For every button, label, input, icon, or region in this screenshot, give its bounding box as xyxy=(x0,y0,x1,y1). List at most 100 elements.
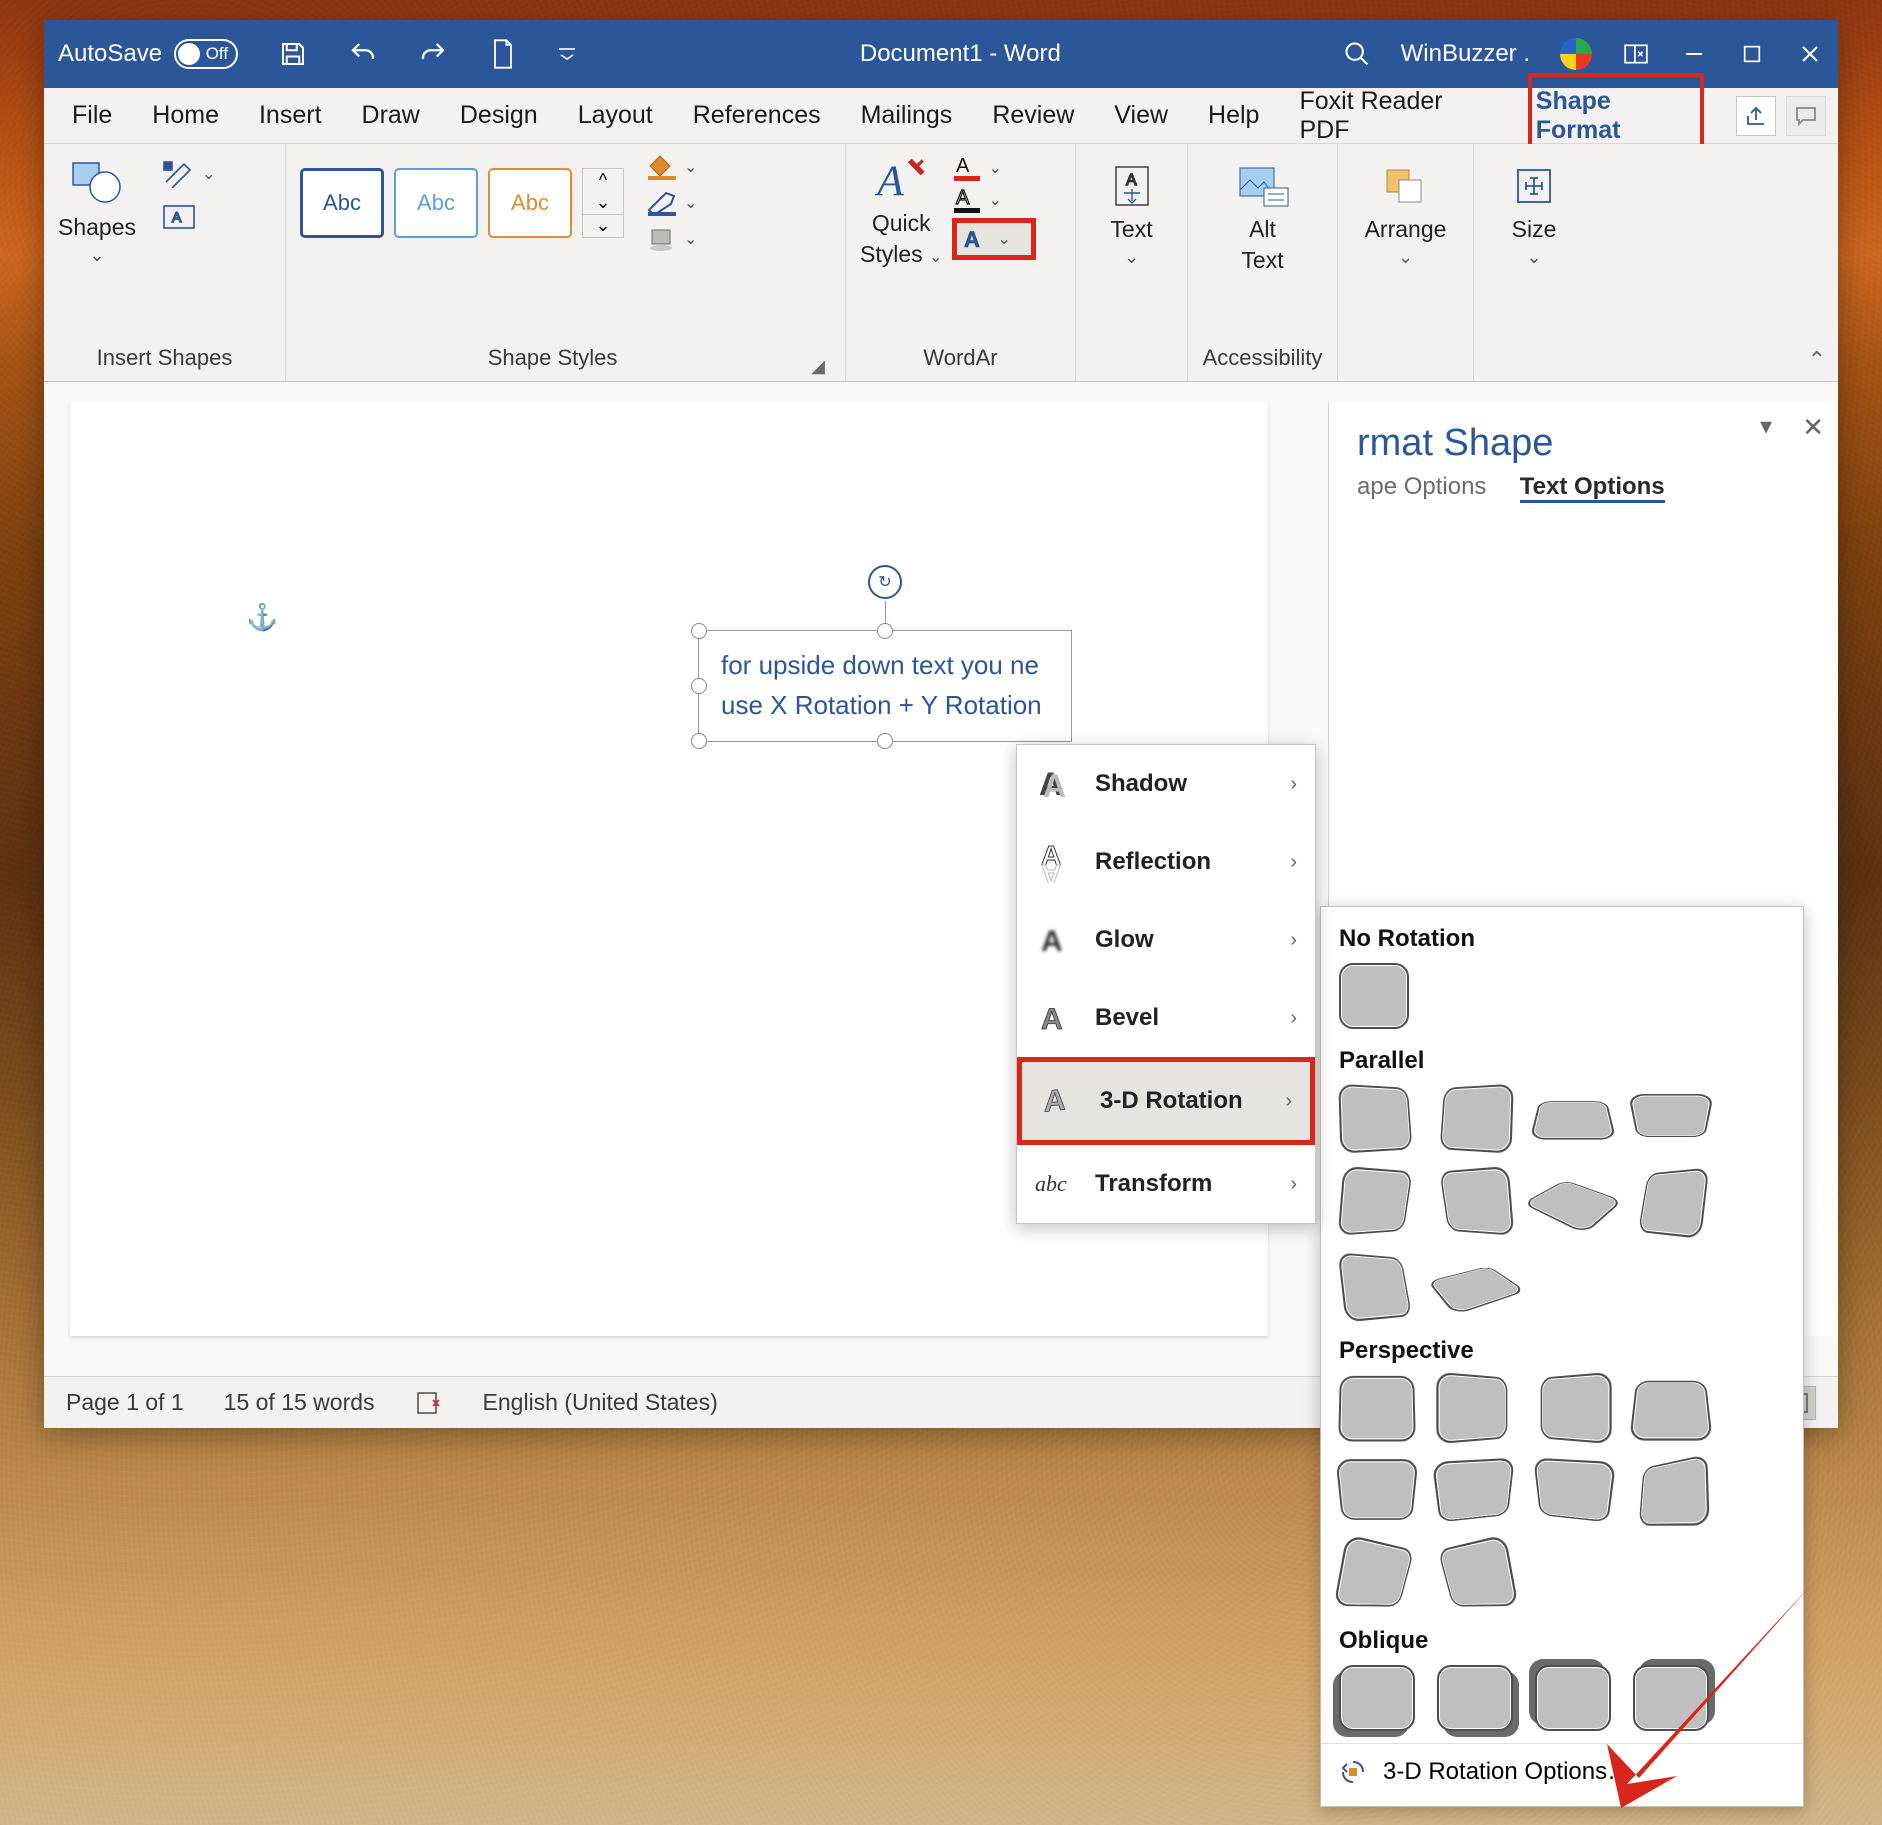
rotation-swatch[interactable] xyxy=(1533,1458,1616,1523)
alt-text-button[interactable]: Alt Text xyxy=(1235,160,1291,274)
rotation-swatch[interactable] xyxy=(1522,1180,1623,1234)
tab-view[interactable]: View xyxy=(1110,91,1172,140)
tab-shape-options[interactable]: ape Options xyxy=(1357,473,1486,500)
tab-references[interactable]: References xyxy=(689,91,825,140)
status-words[interactable]: 15 of 15 words xyxy=(224,1389,375,1416)
resize-handle[interactable] xyxy=(877,623,893,639)
menu-shadow[interactable]: AA Shadow › xyxy=(1017,745,1315,823)
rotation-swatch[interactable] xyxy=(1541,1372,1612,1444)
edit-shape-button[interactable]: ⌄ xyxy=(162,160,240,188)
autosave[interactable]: AutoSave Off xyxy=(58,39,238,69)
redo-icon[interactable] xyxy=(416,37,450,71)
style-gallery[interactable]: Abc Abc Abc ^⌄⌄ xyxy=(300,168,624,238)
menu-reflection[interactable]: AA Reflection › xyxy=(1017,823,1315,901)
shapes-button[interactable]: Shapes ⌄ xyxy=(58,154,136,266)
rotation-swatch[interactable] xyxy=(1440,1084,1514,1154)
tab-file[interactable]: File xyxy=(68,91,116,140)
textbox-button[interactable]: A xyxy=(162,204,240,230)
comments-icon[interactable] xyxy=(1786,96,1826,136)
style-swatch-3[interactable]: Abc xyxy=(488,168,572,238)
share-icon[interactable] xyxy=(1736,96,1776,136)
rotation-swatch[interactable] xyxy=(1639,1454,1710,1526)
resize-handle[interactable] xyxy=(691,623,707,639)
resize-handle[interactable] xyxy=(691,733,707,749)
text-direction-button[interactable]: A Text ⌄ xyxy=(1104,160,1160,268)
resize-handle[interactable] xyxy=(877,733,893,749)
quick-styles-button[interactable]: A Quick Styles ⌄ xyxy=(860,154,942,268)
rotation-swatch[interactable] xyxy=(1338,1252,1412,1322)
text-fill-button[interactable]: A⌄ xyxy=(952,154,1030,182)
collapse-ribbon-icon[interactable]: ⌃ xyxy=(1808,347,1826,373)
ribbon-display-icon[interactable] xyxy=(1622,40,1650,68)
tab-help[interactable]: Help xyxy=(1204,91,1263,140)
rotation-swatch[interactable] xyxy=(1535,1665,1611,1731)
rotation-swatch[interactable] xyxy=(1629,1381,1713,1441)
text-effects-button[interactable]: A⌄ xyxy=(952,218,1036,260)
rotation-swatch[interactable] xyxy=(1338,1166,1413,1236)
rotation-swatch[interactable] xyxy=(1338,1376,1416,1442)
tab-insert[interactable]: Insert xyxy=(255,91,326,140)
tab-design[interactable]: Design xyxy=(456,91,542,140)
size-button[interactable]: Size ⌄ xyxy=(1506,160,1562,268)
tab-draw[interactable]: Draw xyxy=(358,91,424,140)
menu-glow[interactable]: A Glow › xyxy=(1017,901,1315,979)
group-size: Size ⌄ xyxy=(1474,144,1594,381)
dialog-launcher-icon[interactable]: ◢ xyxy=(805,356,831,377)
text-outline-button[interactable]: A⌄ xyxy=(952,186,1030,214)
rotation-swatch[interactable] xyxy=(1333,1534,1414,1607)
menu-bevel[interactable]: A Bevel › xyxy=(1017,979,1315,1057)
resize-handle[interactable] xyxy=(691,678,707,694)
save-icon[interactable] xyxy=(276,37,310,71)
user-name[interactable]: WinBuzzer . xyxy=(1401,40,1530,68)
minimize-icon[interactable] xyxy=(1680,40,1708,68)
pane-close-icon[interactable]: ✕ xyxy=(1802,412,1824,443)
rotation-swatch[interactable] xyxy=(1436,1372,1507,1444)
shape-fill-button[interactable]: ⌄ xyxy=(646,154,724,180)
rotation-swatch[interactable] xyxy=(1339,963,1409,1029)
qat-more-icon[interactable] xyxy=(556,37,578,71)
rotation-swatch[interactable] xyxy=(1336,1459,1419,1520)
arrange-button[interactable]: Arrange ⌄ xyxy=(1365,160,1447,268)
shape-outline-button[interactable]: ⌄ xyxy=(646,190,724,216)
rotation-options-label: 3-D Rotation Options… xyxy=(1383,1758,1631,1786)
rotation-swatch[interactable] xyxy=(1437,1665,1513,1731)
undo-icon[interactable] xyxy=(346,37,380,71)
menu-3d-rotation[interactable]: A 3-D Rotation › xyxy=(1017,1057,1315,1145)
search-icon[interactable] xyxy=(1343,40,1371,68)
rotation-swatch[interactable] xyxy=(1638,1167,1709,1238)
rotation-swatch[interactable] xyxy=(1633,1665,1709,1731)
rotation-swatch[interactable] xyxy=(1338,1084,1412,1154)
tab-mailings[interactable]: Mailings xyxy=(857,91,957,140)
close-icon[interactable] xyxy=(1796,40,1824,68)
gallery-more[interactable]: ^⌄⌄ xyxy=(582,168,624,238)
tab-review[interactable]: Review xyxy=(988,91,1078,140)
style-swatch-2[interactable]: Abc xyxy=(394,168,478,238)
tab-home[interactable]: Home xyxy=(148,91,223,140)
tab-text-options[interactable]: Text Options xyxy=(1520,473,1665,503)
rotation-swatch[interactable] xyxy=(1439,1166,1514,1236)
maximize-icon[interactable] xyxy=(1738,40,1766,68)
new-doc-icon[interactable] xyxy=(486,37,520,71)
tab-foxit[interactable]: Foxit Reader PDF xyxy=(1295,77,1495,155)
rotate-handle-icon[interactable]: ↻ xyxy=(868,565,902,599)
rotation-swatch[interactable] xyxy=(1339,1665,1415,1731)
rotation-swatch[interactable] xyxy=(1427,1266,1526,1315)
style-swatch-1[interactable]: Abc xyxy=(300,168,384,238)
textbox-content[interactable]: for upside down text you ne use X Rotati… xyxy=(721,645,1042,726)
menu-transform[interactable]: abc Transform › xyxy=(1017,1145,1315,1223)
user-avatar[interactable] xyxy=(1560,38,1592,70)
autosave-toggle[interactable]: Off xyxy=(174,39,238,69)
rotation-swatch[interactable] xyxy=(1432,1458,1515,1523)
document-title: Document1 - Word xyxy=(578,40,1343,68)
tab-layout[interactable]: Layout xyxy=(574,91,657,140)
rotation-swatch[interactable] xyxy=(1530,1101,1617,1139)
shape-effects-button[interactable]: ⌄ xyxy=(646,226,724,252)
rotation-swatch[interactable] xyxy=(1628,1094,1714,1137)
status-page[interactable]: Page 1 of 1 xyxy=(66,1389,184,1416)
status-language[interactable]: English (United States) xyxy=(483,1389,718,1416)
rotation-options-button[interactable]: 3-D Rotation Options… xyxy=(1321,1743,1803,1806)
rotation-swatch[interactable] xyxy=(1438,1534,1519,1607)
pane-options-icon[interactable]: ▾ xyxy=(1760,412,1772,441)
textbox[interactable]: ↻ for upside down text you ne use X Rota… xyxy=(698,630,1072,742)
spellcheck-icon[interactable] xyxy=(415,1390,443,1416)
